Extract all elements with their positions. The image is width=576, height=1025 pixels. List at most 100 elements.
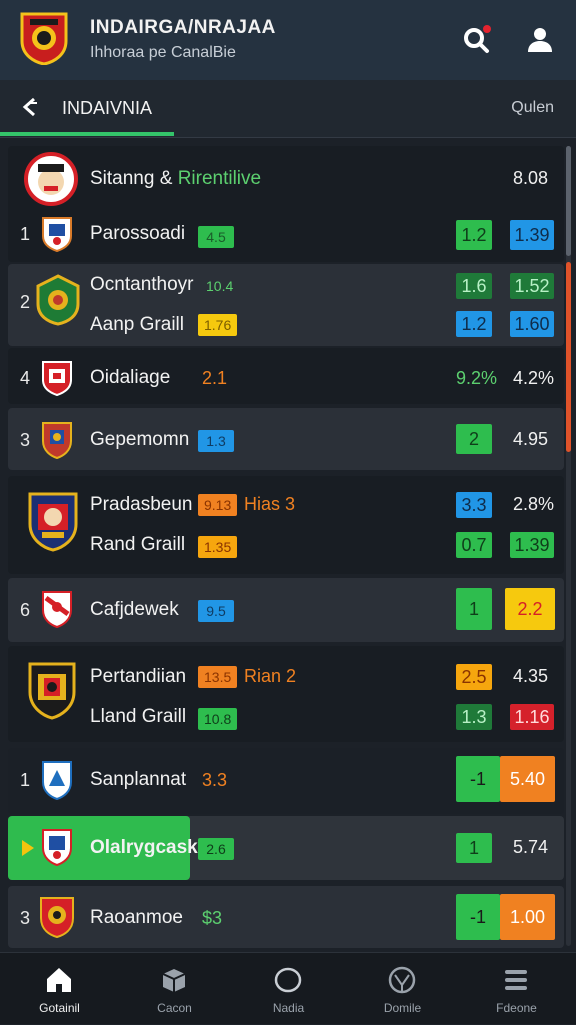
table-row[interactable]: 3 Raoanmoe $3 -1 1.00 <box>8 886 564 948</box>
odds-cell[interactable]: 3.3 <box>456 492 492 518</box>
box-icon <box>162 969 186 992</box>
odds-cell[interactable]: 1.16 <box>510 704 554 730</box>
app-subtitle: Ihhoraa pe CanalBie <box>90 44 236 61</box>
form-badge: 9.13 <box>198 494 238 516</box>
table-row[interactable]: 1 Sanplannat 3.3 -1 5.40 <box>8 748 564 814</box>
ball-icon <box>388 966 416 994</box>
table-row[interactable]: Pradasbeun 9.13 Hias 3 Rand Graill 1.35 … <box>8 476 564 574</box>
nav-cacon[interactable]: Cacon <box>117 953 232 1025</box>
odds-cell[interactable]: 2 <box>456 424 492 454</box>
back-arrow-icon[interactable] <box>18 94 44 120</box>
bottom-navigation: Gotainil Cacon Nadia Domile Fdeone <box>0 952 576 1024</box>
team-name-secondary[interactable]: Aanp Graill <box>90 314 184 336</box>
active-tab-indicator <box>0 132 174 136</box>
team-crest-icon <box>40 897 74 938</box>
odds-cell[interactable]: -1 <box>456 756 500 802</box>
odds-cell[interactable]: 2.2 <box>505 588 555 630</box>
odds-cell[interactable]: 5.40 <box>500 756 555 802</box>
team-name[interactable]: Olalrygcask <box>90 837 198 859</box>
app-title: INDAIRGA/NRAJAA <box>90 17 276 38</box>
team-name[interactable]: Cafjdewek <box>90 599 179 621</box>
odds-cell[interactable]: 1.3 <box>456 704 492 730</box>
odds-cell[interactable]: 4.95 <box>513 429 548 450</box>
table-row[interactable]: Pertandiian 13.5 Rian 2 Lland Graill 10.… <box>8 646 564 742</box>
table-row-selected[interactable]: Olalrygcask 2.6 1 5.74 <box>8 816 564 880</box>
nav-home[interactable]: Gotainil <box>2 953 117 1025</box>
team-name[interactable]: Oidaliage <box>90 367 170 389</box>
section-title[interactable]: INDAIVNIA <box>62 98 152 119</box>
odds-cell[interactable]: 2.5 <box>456 664 492 690</box>
row-rank: 4 <box>20 368 31 388</box>
team-crest-icon <box>42 422 72 459</box>
form-badge: 10.8 <box>198 708 238 730</box>
odds-cell[interactable]: 4.35 <box>513 666 548 687</box>
table-row[interactable]: 2 Ocntanthoyr 10.4 Aanp Graill 1.76 1.6 … <box>8 264 564 346</box>
team-crest-icon <box>28 492 78 552</box>
points-text: 3.3 <box>202 770 228 790</box>
odds-cell[interactable]: 1 <box>456 588 492 630</box>
team-name[interactable]: Pertandiian <box>90 666 186 688</box>
profile-icon[interactable] <box>524 24 556 56</box>
section-bar: INDAIVNIA Qulen <box>0 80 576 138</box>
scrollbar-thumb[interactable] <box>566 146 571 256</box>
form-badge: 2.6 <box>198 838 234 860</box>
form-badge: 10.4 <box>206 278 234 294</box>
team-name[interactable]: Parossoadi <box>90 223 185 245</box>
team-crest-icon <box>42 761 72 800</box>
team-crest-icon <box>42 591 72 628</box>
team-name[interactable]: Gepemomn <box>90 429 189 451</box>
nav-domile[interactable]: Domile <box>345 953 460 1025</box>
app-header: INDAIRGA/NRAJAA Ihhoraa pe CanalBie <box>0 0 576 80</box>
form-badge: 9.5 <box>198 600 234 622</box>
odds-cell[interactable]: 1.2 <box>456 220 492 250</box>
row-rank: 2 <box>20 292 31 312</box>
league-name-accent: Rirentilive <box>177 168 262 189</box>
form-badge: 1.3 <box>198 430 234 452</box>
row-rank: 1 <box>20 224 31 244</box>
scroll-position-indicator <box>566 262 571 452</box>
search-icon[interactable] <box>460 24 492 56</box>
odds-cell[interactable]: 5.74 <box>513 837 548 858</box>
points-text: Hias 3 <box>244 494 296 514</box>
odds-cell[interactable]: 1.39 <box>510 532 554 558</box>
odds-cell[interactable]: 1.6 <box>456 273 492 299</box>
odds-cell[interactable]: 1.39 <box>510 220 554 250</box>
table-row[interactable]: 6 Cafjdewek 9.5 1 2.2 <box>8 578 564 642</box>
odds-cell[interactable]: 1.2 <box>456 311 492 337</box>
odds-cell[interactable]: 0.7 <box>456 532 492 558</box>
nav-nadia[interactable]: Nadia <box>231 953 346 1025</box>
team-name[interactable]: Sanplannat <box>90 769 186 791</box>
league-value: 8.08 <box>513 168 549 188</box>
nav-label: Fdeone <box>496 1001 537 1015</box>
team-crest-icon <box>42 361 72 396</box>
team-crest-icon <box>28 662 76 720</box>
odds-cell[interactable]: 4.2% <box>513 368 554 389</box>
odds-cell[interactable]: 1.52 <box>510 273 554 299</box>
table-row[interactable]: 4 Oidaliage 2.1 9.2% 4.2% <box>8 348 564 404</box>
team-crest-logo[interactable] <box>18 11 70 65</box>
odds-cell[interactable]: 1 <box>456 833 492 863</box>
team-name[interactable]: Pradasbeun <box>90 494 192 516</box>
row-rank: 6 <box>20 600 31 620</box>
team-crest-icon <box>42 217 72 252</box>
team-name[interactable]: Ocntanthoyr <box>90 274 194 296</box>
menu-icon <box>505 970 527 990</box>
nav-label: Gotainil <box>39 1001 80 1015</box>
nav-fdeone[interactable]: Fdeone <box>459 953 574 1025</box>
league-card[interactable]: Sitanng & Rirentilive 8.08 1 Parossoadi … <box>8 146 564 262</box>
points-text: $3 <box>202 908 223 928</box>
team-name[interactable]: Raoanmoe <box>90 907 183 929</box>
team-name-secondary[interactable]: Lland Graill <box>90 706 186 728</box>
row-rank: 3 <box>20 430 31 450</box>
table-row[interactable]: 3 Gepemomn 1.3 2 4.95 <box>8 408 564 470</box>
nav-label: Domile <box>383 1001 422 1015</box>
form-badge: 1.35 <box>198 536 238 558</box>
odds-cell[interactable]: 2.8% <box>513 494 554 515</box>
odds-cell[interactable]: 9.2% <box>456 368 497 389</box>
section-right-link[interactable]: Qulen <box>511 99 554 117</box>
league-crest-icon <box>24 152 78 206</box>
odds-cell[interactable]: 1.00 <box>500 894 555 940</box>
team-name-secondary[interactable]: Rand Graill <box>90 534 185 556</box>
odds-cell[interactable]: -1 <box>456 894 500 940</box>
odds-cell[interactable]: 1.60 <box>510 311 554 337</box>
